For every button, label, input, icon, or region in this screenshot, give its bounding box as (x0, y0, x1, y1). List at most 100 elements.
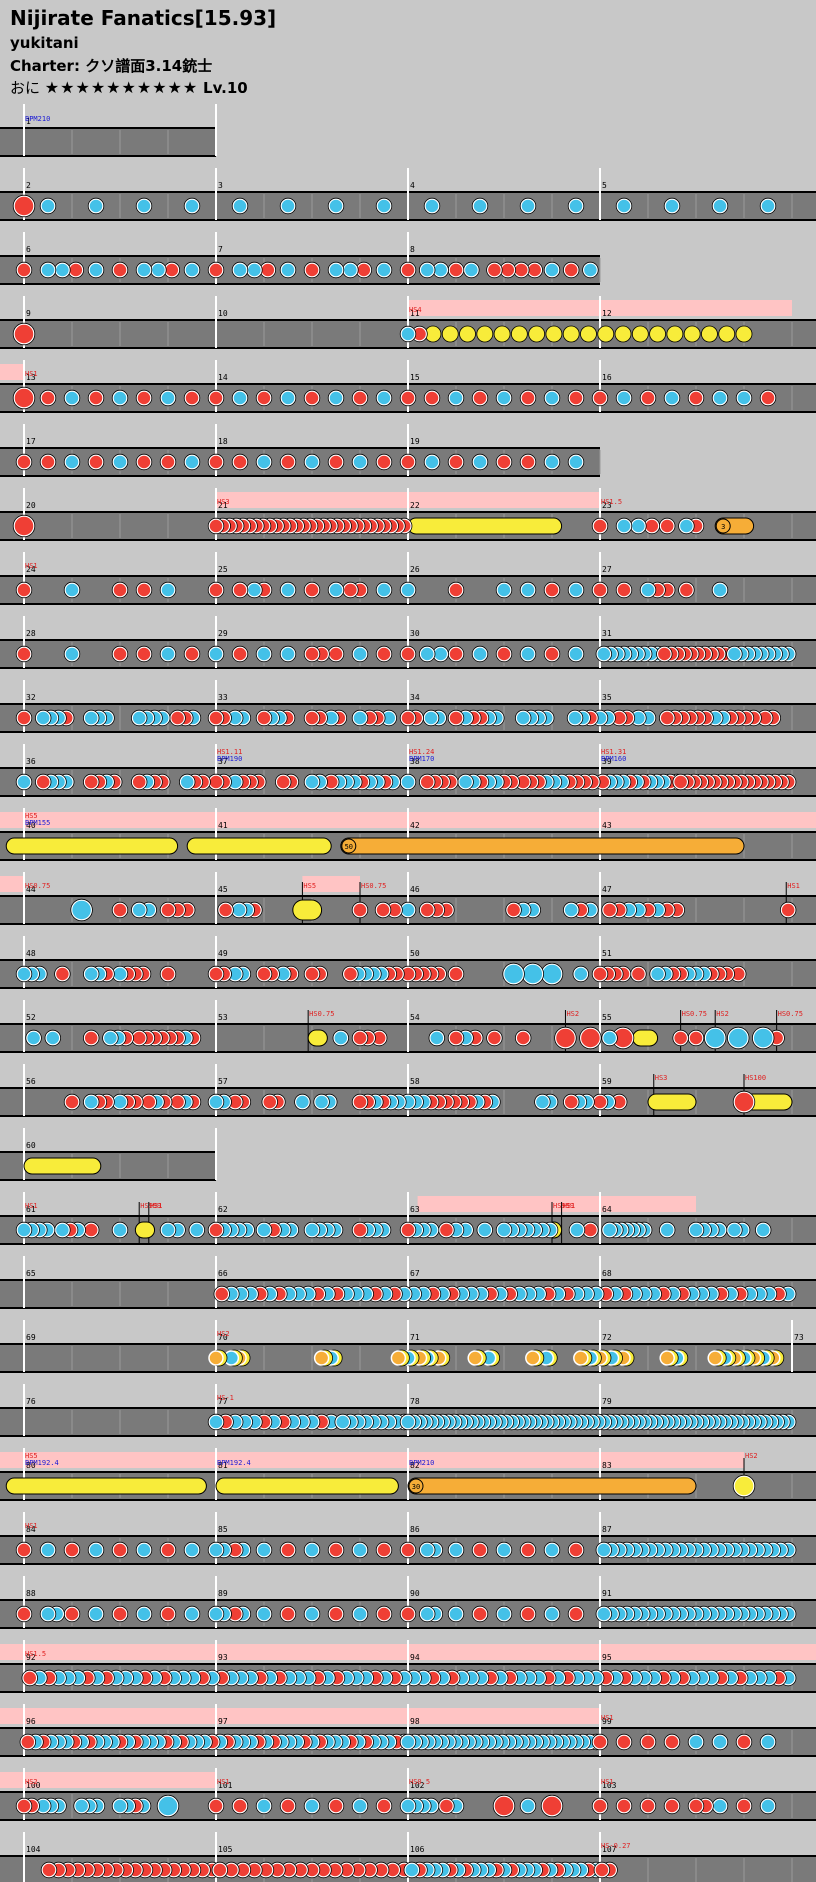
don-note (500, 262, 516, 278)
don-note (592, 582, 608, 598)
don-note (656, 646, 673, 662)
hs-label: HS0.75 (778, 1010, 803, 1018)
hs-label: HS1.5 (601, 498, 622, 506)
don-note (630, 966, 647, 982)
ka-note (280, 646, 296, 662)
measure-number: 63 (410, 1205, 420, 1214)
measure-number: 16 (602, 373, 612, 382)
ka-note (544, 454, 560, 470)
don-note (83, 1222, 99, 1238)
ka-note (35, 710, 51, 726)
ka-note (304, 1542, 320, 1558)
ka-note (712, 390, 728, 406)
bpm-label: BPM210 (25, 115, 50, 123)
don-note (568, 1606, 584, 1622)
don-note (616, 582, 632, 598)
don-note (328, 1798, 344, 1814)
measure-number: 10 (218, 309, 228, 318)
drumroll-note (545, 325, 563, 343)
ka-note (727, 1027, 749, 1049)
don-note (208, 1222, 224, 1238)
don-note (644, 518, 660, 534)
ka-note (16, 1222, 32, 1238)
ka-note (429, 1030, 445, 1046)
ka-note (304, 1606, 320, 1622)
don-note (563, 262, 579, 278)
don-note (112, 902, 128, 918)
don-note (54, 966, 71, 982)
don-note (592, 1798, 608, 1814)
don-note (568, 1542, 584, 1558)
don-note (160, 454, 176, 470)
ka-note (400, 582, 416, 598)
measure-number: 90 (410, 1589, 420, 1598)
drumroll-note (562, 325, 580, 343)
don-note (448, 646, 464, 662)
ka-note (568, 646, 584, 662)
don-note (659, 710, 675, 726)
ka-note (400, 1734, 416, 1750)
don-note (256, 966, 272, 982)
don-note (342, 582, 359, 598)
measure-number: 83 (602, 1461, 612, 1470)
ka-note (400, 1798, 416, 1814)
ka-note (520, 1798, 536, 1814)
don-note (486, 1030, 503, 1046)
ka-note (40, 1542, 56, 1558)
measure-number: 9 (26, 309, 31, 318)
bpm-label: BPM192.4 (25, 1459, 59, 1467)
measure-number: 47 (602, 885, 612, 894)
don-note (544, 582, 560, 598)
ka-note (131, 710, 147, 726)
don-note (208, 774, 224, 790)
don-note (448, 1030, 464, 1046)
measure-number: 58 (410, 1077, 420, 1086)
drumroll-note (441, 325, 459, 343)
ka-note (112, 1798, 128, 1814)
ka-note (304, 1222, 320, 1238)
don-note (112, 646, 128, 662)
don-note (328, 1542, 344, 1558)
measure-number: 60 (26, 1141, 36, 1150)
drumroll-note (701, 325, 718, 343)
ka-note (601, 1222, 618, 1238)
don-note (232, 582, 248, 598)
hs-label: HS2 (566, 1010, 579, 1018)
don-note (112, 1606, 128, 1622)
ka-note (616, 518, 632, 534)
ka-note (522, 963, 544, 985)
ka-note (231, 902, 247, 918)
ka-note (496, 1606, 512, 1622)
don-note (160, 1606, 176, 1622)
ka-note (640, 582, 656, 598)
ka-note (596, 1606, 612, 1622)
balloon-note (659, 1350, 675, 1366)
drumroll-note (459, 325, 476, 343)
measure-number: 62 (218, 1205, 228, 1214)
balloon-note (407, 1477, 697, 1495)
don-note (304, 390, 320, 406)
don-note (526, 262, 543, 278)
ka-note (184, 262, 200, 278)
measure-number: 3 (218, 181, 223, 190)
measure-number: 94 (410, 1653, 420, 1662)
ka-note (328, 582, 344, 598)
don-note (592, 390, 608, 406)
bpm-label: BPM210 (409, 1459, 434, 1467)
measure-number: 87 (602, 1525, 612, 1534)
don-note (208, 454, 224, 470)
don-note (280, 1606, 296, 1622)
hs-label: HS3 (217, 498, 230, 506)
measure-number: 4 (410, 181, 415, 190)
drumroll-note (476, 325, 494, 343)
measure-number: 72 (602, 1333, 612, 1342)
bpm-label: BPM160 (601, 755, 626, 763)
ka-note (54, 262, 71, 278)
ka-note (40, 1606, 56, 1622)
measure-number: 29 (218, 629, 228, 638)
don-note (736, 1734, 752, 1750)
don-note (64, 1606, 80, 1622)
drumroll-note (215, 1477, 399, 1495)
don-note (64, 1094, 80, 1110)
don-note (136, 390, 152, 406)
